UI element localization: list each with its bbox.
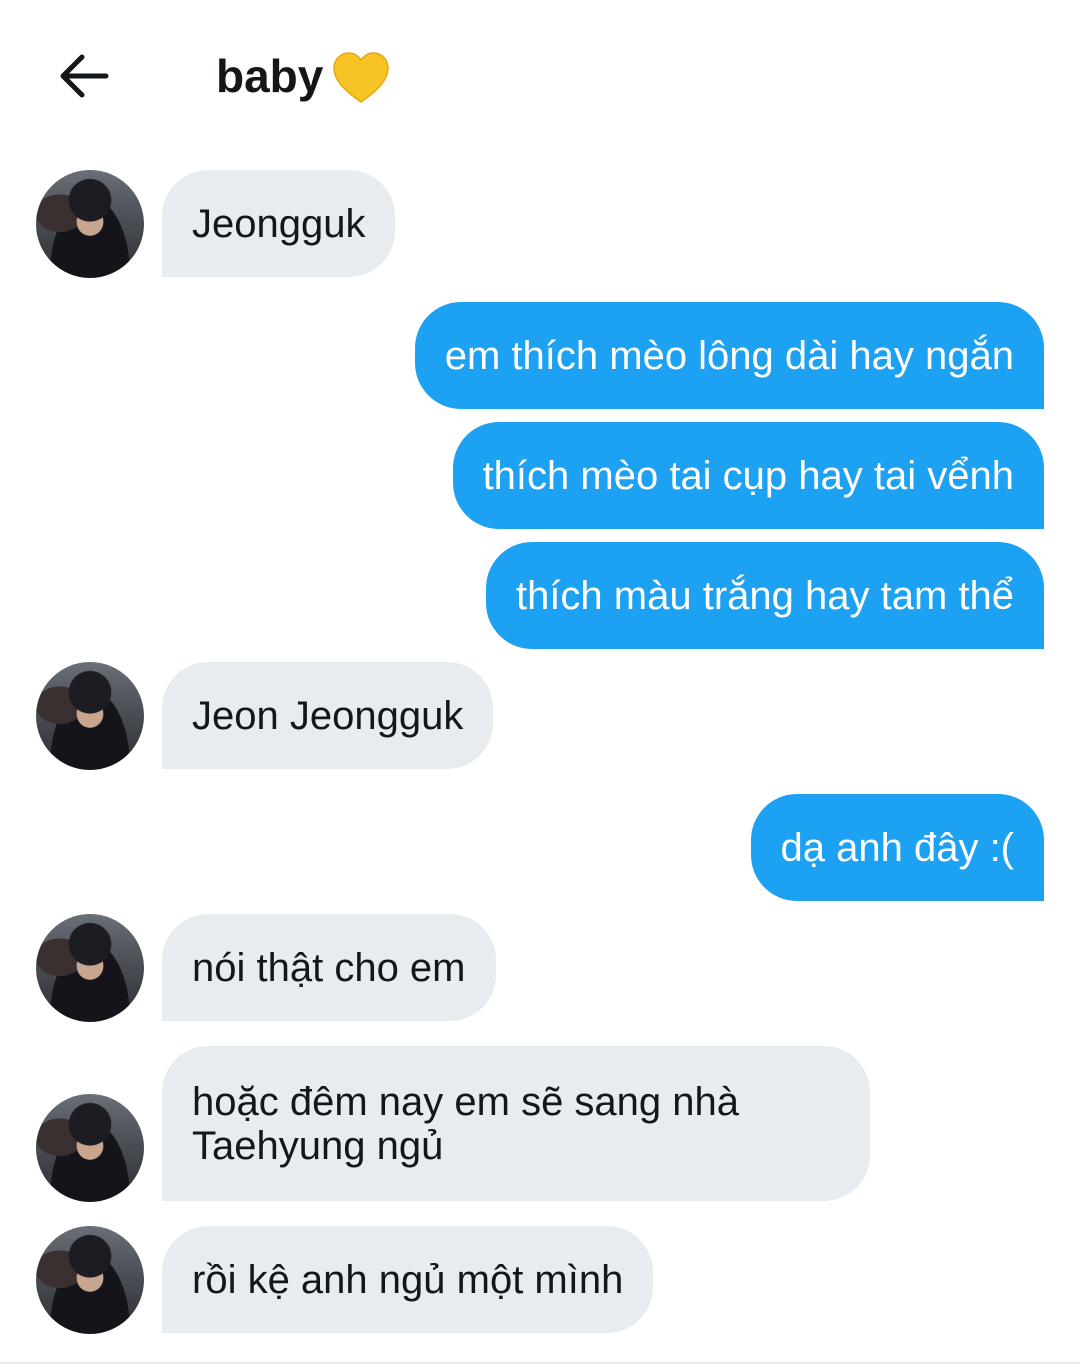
back-button[interactable]: [54, 48, 114, 104]
message-text: rồi kệ anh ngủ một mình: [192, 1257, 624, 1302]
arrow-left-icon: [60, 54, 109, 98]
message-bubble-incoming[interactable]: Jeon Jeongguk: [162, 662, 494, 769]
message-text: Jeon Jeongguk: [192, 693, 464, 738]
conversation-title[interactable]: baby: [216, 46, 323, 106]
message-text: thích mèo tai cụp hay tai vểnh: [482, 453, 1014, 498]
message-bubble-incoming[interactable]: hoặc đêm nay em sẽ sang nhà Taehyung ngủ: [162, 1046, 870, 1201]
message-bubble-incoming[interactable]: nói thật cho em: [162, 914, 496, 1021]
message-text: dạ anh đây :(: [780, 825, 1015, 870]
message-text: hoặc đêm nay em sẽ sang nhà Taehyung ngủ: [192, 1079, 740, 1168]
message-bubble-outgoing[interactable]: thích màu trắng hay tam thể: [485, 542, 1044, 649]
conversation-header: baby: [0, 0, 1080, 150]
message-bubble-incoming[interactable]: Jeongguk: [162, 170, 396, 277]
message-text: em thích mèo lông dài hay ngắn: [444, 333, 1014, 378]
yellow-heart-icon: [333, 52, 389, 103]
avatar[interactable]: [36, 1226, 144, 1334]
divider: [0, 1362, 1080, 1364]
message-bubble-outgoing[interactable]: thích mèo tai cụp hay tai vểnh: [452, 422, 1044, 529]
message-bubble-outgoing[interactable]: dạ anh đây :(: [750, 794, 1044, 901]
message-text: Jeongguk: [192, 201, 366, 246]
message-text: nói thật cho em: [192, 945, 466, 990]
message-bubble-incoming[interactable]: rồi kệ anh ngủ một mình: [162, 1226, 654, 1333]
message-text: thích màu trắng hay tam thể: [515, 573, 1014, 618]
message-bubble-outgoing[interactable]: em thích mèo lông dài hay ngắn: [414, 302, 1044, 409]
avatar[interactable]: [36, 170, 144, 278]
avatar[interactable]: [36, 914, 144, 1022]
avatar[interactable]: [36, 1094, 144, 1202]
avatar[interactable]: [36, 662, 144, 770]
